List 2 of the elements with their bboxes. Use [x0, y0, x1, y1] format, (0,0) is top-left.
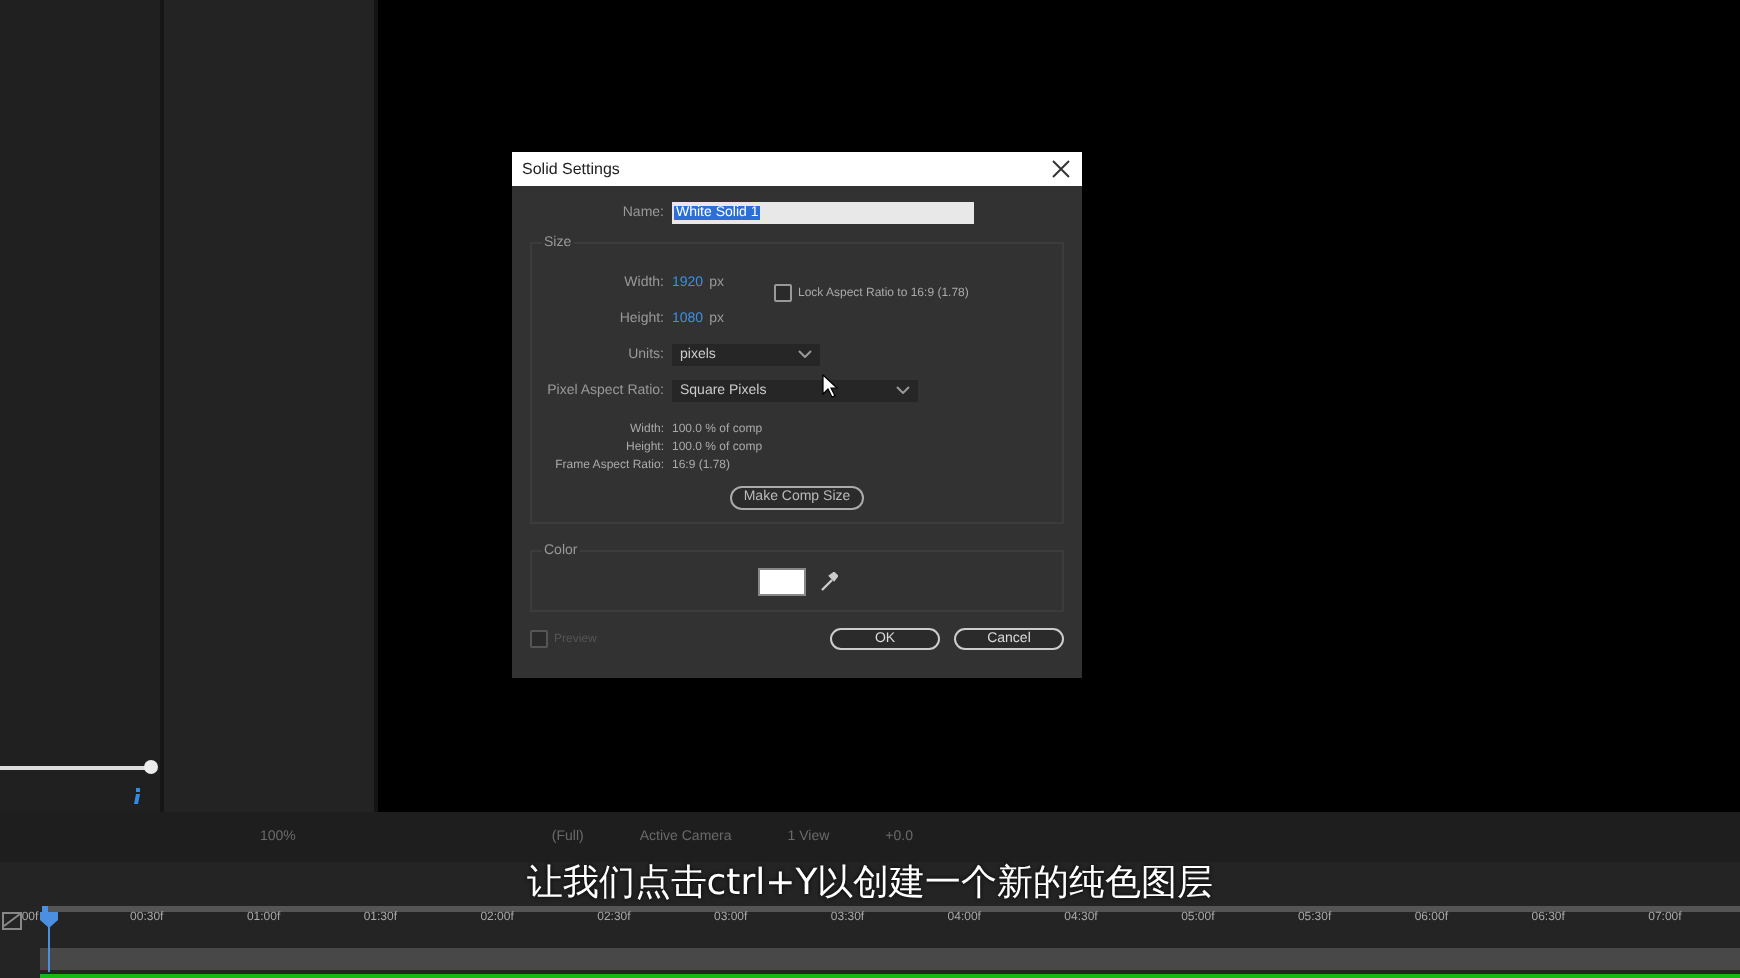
subtitle: 让我们点击ctrl+Y以创建一个新的纯色图层: [526, 864, 1214, 904]
dialog-title: Solid Settings: [522, 160, 620, 178]
